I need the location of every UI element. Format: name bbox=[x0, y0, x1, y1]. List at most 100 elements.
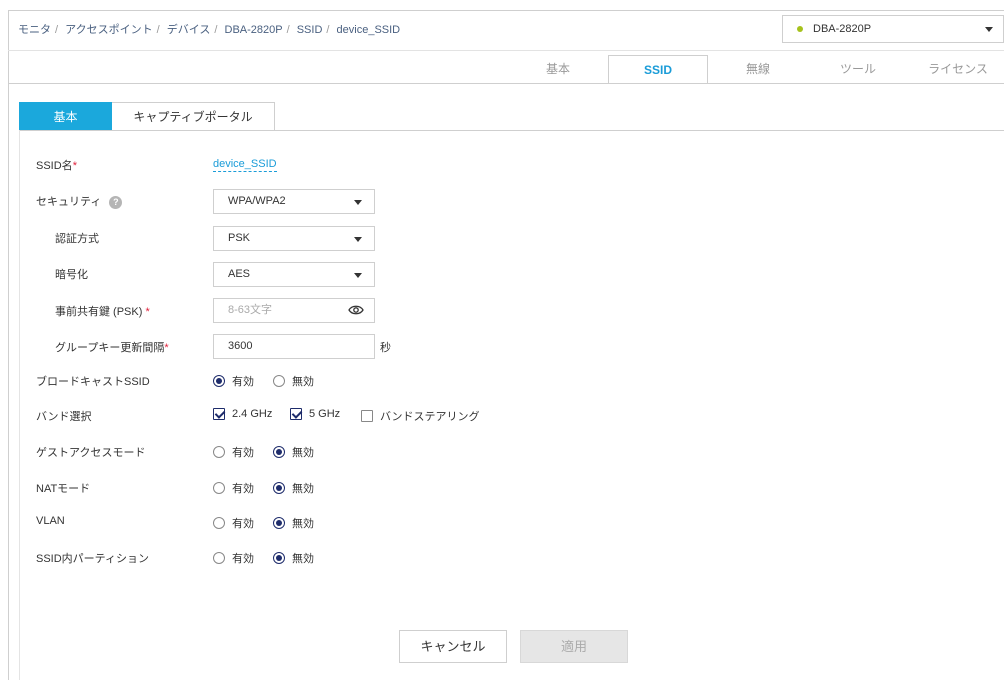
psk-label: 事前共有鍵 (PSK) * bbox=[55, 303, 150, 319]
chevron-down-icon bbox=[354, 200, 362, 205]
band-select-label: バンド選択 bbox=[36, 411, 92, 423]
checkbox-label: 5 GHz bbox=[309, 408, 341, 420]
required-mark: * bbox=[145, 306, 150, 318]
breadcrumb-device-name[interactable]: DBA-2820P bbox=[225, 24, 283, 36]
help-icon[interactable]: ? bbox=[109, 195, 123, 209]
ssid-name-label-text: SSID名 bbox=[36, 160, 73, 172]
ssid-name-label: SSID名* bbox=[36, 157, 77, 173]
required-mark: * bbox=[72, 160, 77, 172]
nat-mode-disabled-option[interactable]: 無効 bbox=[273, 480, 314, 496]
ssid-partition-disabled-option[interactable]: 無効 bbox=[273, 550, 314, 566]
sub-tab-bar: 基本 キャプティブポータル bbox=[19, 102, 275, 131]
encryption-label: 暗号化 bbox=[55, 269, 88, 281]
breadcrumb: モニタ / アクセスポイント / デバイス / DBA-2820P / SSID / de… bbox=[18, 24, 401, 36]
broadcast-ssid-disabled-option[interactable]: 無効 bbox=[273, 373, 314, 389]
cancel-button[interactable]: キャンセル bbox=[399, 630, 507, 663]
radio-icon[interactable] bbox=[213, 517, 225, 529]
radio-label: 無効 bbox=[292, 376, 314, 388]
device-selector[interactable]: DBA-2820P bbox=[782, 15, 1004, 43]
required-mark: * bbox=[164, 342, 169, 354]
tab-license[interactable]: ライセンス bbox=[908, 55, 1004, 83]
band-24ghz-option[interactable]: 2.4 GHz bbox=[213, 408, 272, 420]
encryption-select[interactable]: AES bbox=[213, 262, 375, 287]
radio-selected-icon[interactable] bbox=[273, 517, 285, 529]
radio-selected-icon[interactable] bbox=[273, 552, 285, 564]
tab-ssid[interactable]: SSID bbox=[608, 55, 708, 84]
security-label: セキュリティ? bbox=[36, 193, 123, 209]
status-dot-icon bbox=[797, 26, 803, 32]
band-steering-option[interactable]: バンドステアリング bbox=[361, 408, 480, 424]
chevron-down-icon bbox=[354, 273, 362, 278]
tab-wireless[interactable]: 無線 bbox=[708, 55, 808, 83]
security-label-text: セキュリティ bbox=[36, 196, 102, 208]
security-select[interactable]: WPA/WPA2 bbox=[213, 189, 375, 214]
radio-icon[interactable] bbox=[213, 482, 225, 494]
radio-label: 無効 bbox=[292, 553, 314, 565]
guest-access-label: ゲストアクセスモード bbox=[36, 447, 146, 459]
radio-selected-icon[interactable] bbox=[273, 482, 285, 494]
group-key-value: 3600 bbox=[228, 340, 253, 352]
chevron-down-icon bbox=[985, 27, 993, 32]
nat-mode-enabled-option[interactable]: 有効 bbox=[213, 480, 254, 496]
breadcrumb-monitor[interactable]: モニタ bbox=[18, 24, 51, 36]
psk-placeholder: 8-63文字 bbox=[228, 304, 273, 316]
seconds-unit: 秒 bbox=[380, 342, 391, 354]
ssid-name-editable[interactable]: device_SSID bbox=[213, 158, 277, 172]
auth-method-select[interactable]: PSK bbox=[213, 226, 375, 251]
checkbox-label: 2.4 GHz bbox=[232, 408, 273, 420]
radio-icon[interactable] bbox=[213, 552, 225, 564]
psk-input[interactable]: 8-63文字 bbox=[213, 298, 375, 323]
group-key-input[interactable]: 3600 bbox=[213, 334, 375, 359]
tab-divider bbox=[8, 83, 1004, 84]
chevron-down-icon bbox=[354, 237, 362, 242]
checkbox-icon[interactable] bbox=[361, 410, 373, 422]
psk-label-text: 事前共有鍵 (PSK) bbox=[55, 306, 143, 318]
encryption-select-value: AES bbox=[228, 268, 251, 280]
form-left-border bbox=[19, 130, 20, 680]
subtab-basic[interactable]: 基本 bbox=[19, 102, 112, 131]
nat-mode-label: NATモード bbox=[36, 483, 91, 495]
breadcrumb-access-point[interactable]: アクセスポイント bbox=[65, 24, 152, 36]
eye-icon[interactable] bbox=[348, 304, 364, 316]
breadcrumb-device[interactable]: デバイス bbox=[167, 24, 211, 36]
radio-label: 有効 bbox=[232, 483, 254, 495]
header-divider bbox=[8, 50, 1004, 51]
vlan-disabled-option[interactable]: 無効 bbox=[273, 515, 314, 531]
tab-tools[interactable]: ツール bbox=[808, 55, 908, 83]
checkbox-checked-icon[interactable] bbox=[213, 408, 225, 420]
radio-label: 無効 bbox=[292, 483, 314, 495]
band-5ghz-option[interactable]: 5 GHz bbox=[290, 408, 340, 420]
top-tab-bar: 基本 SSID 無線 ツール ライセンス bbox=[508, 55, 1004, 84]
breadcrumb-current: device_SSID bbox=[336, 24, 401, 36]
subtab-divider bbox=[19, 130, 1004, 131]
device-selector-value: DBA-2820P bbox=[813, 23, 872, 35]
breadcrumb-ssid[interactable]: SSID bbox=[297, 24, 323, 36]
ssid-partition-label: SSID内パーティション bbox=[36, 553, 150, 565]
radio-icon[interactable] bbox=[213, 446, 225, 458]
radio-label: 有効 bbox=[232, 447, 254, 459]
guest-access-enabled-option[interactable]: 有効 bbox=[213, 444, 254, 460]
radio-selected-icon[interactable] bbox=[273, 446, 285, 458]
ssid-partition-enabled-option[interactable]: 有効 bbox=[213, 550, 254, 566]
checkbox-checked-icon[interactable] bbox=[290, 408, 302, 420]
broadcast-ssid-enabled-option[interactable]: 有効 bbox=[213, 373, 254, 389]
radio-label: 無効 bbox=[292, 447, 314, 459]
radio-label: 有効 bbox=[232, 376, 254, 388]
security-select-value: WPA/WPA2 bbox=[228, 195, 286, 207]
guest-access-disabled-option[interactable]: 無効 bbox=[273, 444, 314, 460]
tab-basic[interactable]: 基本 bbox=[508, 55, 608, 83]
group-key-label: グループキー更新間隔* bbox=[55, 339, 169, 355]
apply-button[interactable]: 適用 bbox=[520, 630, 628, 663]
radio-icon[interactable] bbox=[273, 375, 285, 387]
auth-method-label: 認証方式 bbox=[55, 233, 99, 245]
radio-selected-icon[interactable] bbox=[213, 375, 225, 387]
radio-label: 無効 bbox=[292, 518, 314, 530]
radio-label: 有効 bbox=[232, 553, 254, 565]
vlan-enabled-option[interactable]: 有効 bbox=[213, 515, 254, 531]
vlan-label: VLAN bbox=[36, 515, 65, 527]
radio-label: 有効 bbox=[232, 518, 254, 530]
subtab-captive-portal[interactable]: キャプティブポータル bbox=[112, 102, 275, 131]
auth-method-select-value: PSK bbox=[228, 232, 251, 244]
group-key-label-text: グループキー更新間隔 bbox=[55, 342, 165, 354]
broadcast-ssid-label: ブロードキャストSSID bbox=[36, 376, 150, 388]
